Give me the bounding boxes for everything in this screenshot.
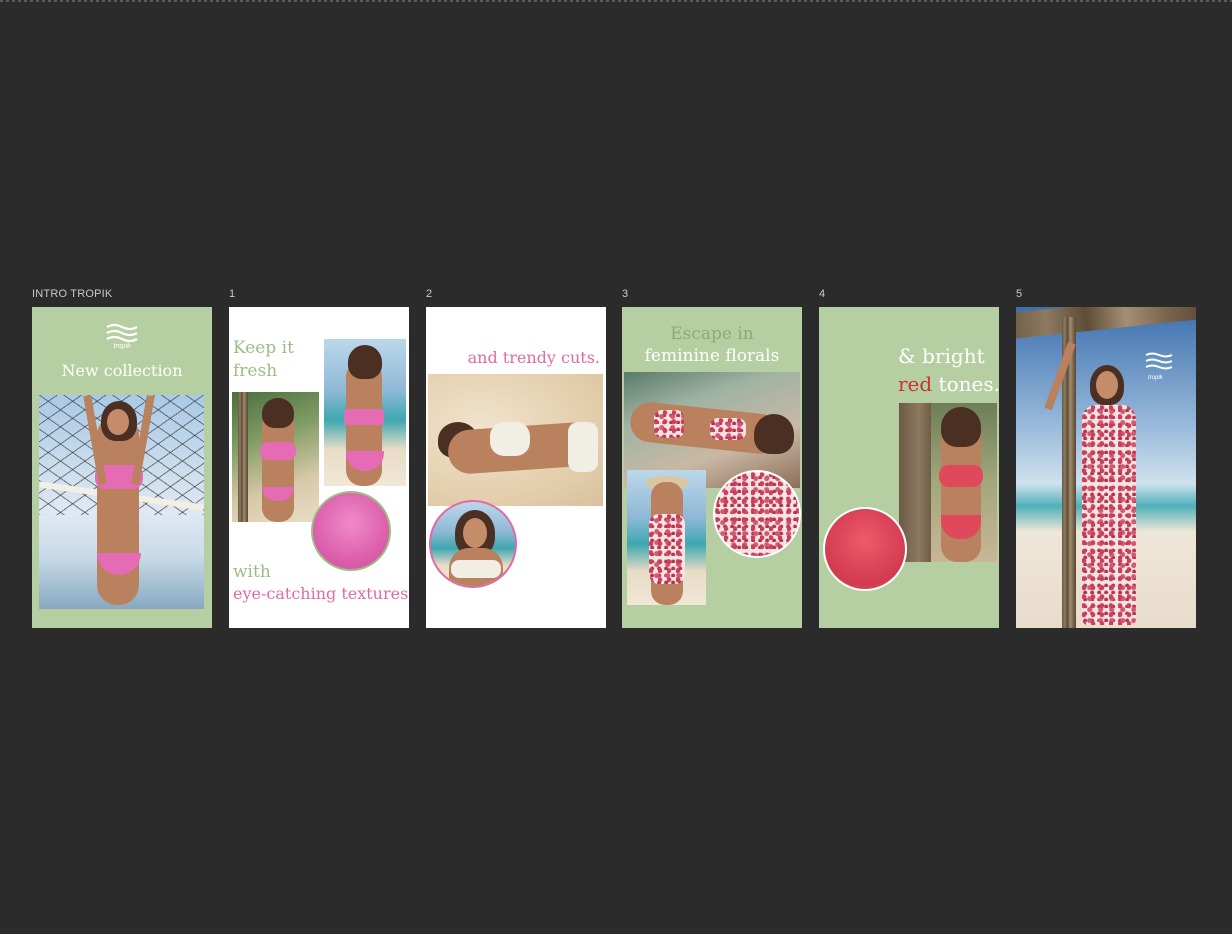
frame-label-2[interactable]: 2 xyxy=(426,288,432,300)
frame-1[interactable]: Keep it fresh with eye-catching textures xyxy=(229,307,409,628)
frame4-line1: & bright xyxy=(898,344,985,368)
frame-5[interactable]: tropik xyxy=(1016,307,1196,628)
frame4-photo-red xyxy=(899,403,997,562)
frame4-line2-rest: tones. xyxy=(932,372,999,396)
intro-heading: New collection xyxy=(61,361,183,380)
frame2-heading: and trendy cuts. xyxy=(467,348,600,367)
frame3-line1: Escape in xyxy=(670,324,754,344)
frame-intro[interactable]: tropik New collection xyxy=(32,307,212,628)
logo-signature: tropik xyxy=(1148,375,1163,381)
logo-signature: tropik xyxy=(113,343,131,350)
frame3-line2: feminine florals xyxy=(644,346,780,366)
frame1-line1: Keep it xyxy=(233,338,294,358)
frame1-line4: eye-catching textures xyxy=(233,584,409,603)
wave-logo-icon xyxy=(106,323,138,343)
frame4-accent-red: red xyxy=(898,372,933,396)
frame1-photo-left xyxy=(232,392,319,522)
frame4-line2: red tones. xyxy=(898,373,999,395)
frame-3[interactable]: Escape in feminine florals xyxy=(622,307,802,628)
frame3-floral-circle xyxy=(713,470,801,558)
frame-label-1[interactable]: 1 xyxy=(229,288,235,300)
frame1-line2: fresh xyxy=(233,361,278,381)
frame1-photo-right xyxy=(324,339,406,486)
frame1-texture-circle xyxy=(311,491,391,571)
frame-label-5[interactable]: 5 xyxy=(1016,288,1022,300)
frame2-portrait-circle xyxy=(429,500,517,588)
frame4-red-circle xyxy=(823,507,907,591)
frame2-photo-sand xyxy=(428,374,603,506)
frame-label-3[interactable]: 3 xyxy=(622,288,628,300)
canvas-top-ruler xyxy=(0,0,1232,2)
frame-label-intro[interactable]: INTRO TROPIK xyxy=(32,288,112,300)
frame3-photo-onepiece xyxy=(627,470,706,605)
frame-4[interactable]: & bright red tones. xyxy=(819,307,999,628)
intro-photo-volleyball xyxy=(39,395,204,609)
frame1-line3: with xyxy=(233,562,271,582)
frame-label-4[interactable]: 4 xyxy=(819,288,825,300)
frame-2[interactable]: and trendy cuts. xyxy=(426,307,606,628)
wave-logo-icon xyxy=(1145,352,1173,370)
